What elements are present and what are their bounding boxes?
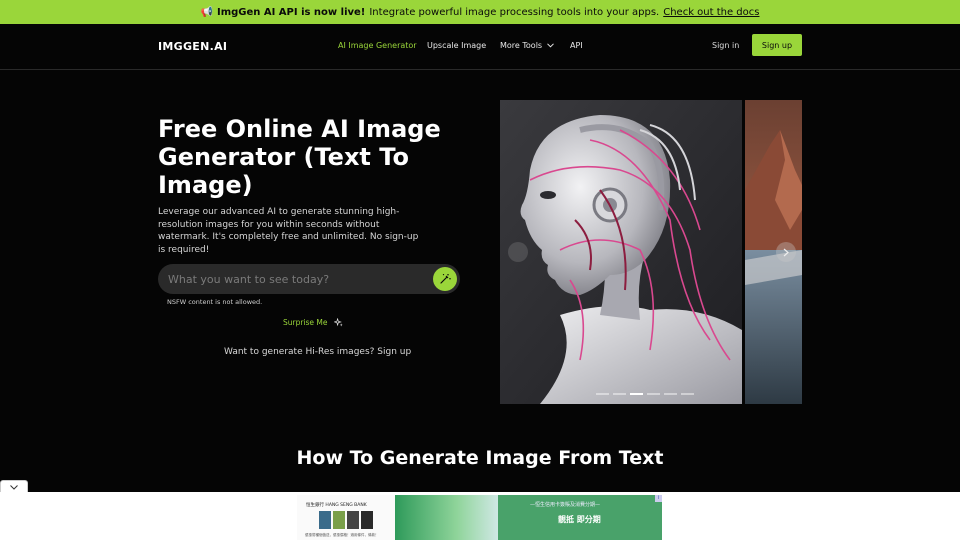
surprise-me-button[interactable]: Surprise Me: [283, 318, 343, 327]
ad-photo: [395, 495, 498, 540]
nav-api[interactable]: API: [570, 41, 583, 50]
prompt-input[interactable]: [168, 271, 418, 287]
top-nav: IMGGEN.AI AI Image Generator Upscale Ima…: [0, 24, 960, 70]
carousel-prev-button[interactable]: [508, 242, 528, 262]
chevron-down-icon: [10, 484, 18, 490]
signup-button[interactable]: Sign up: [752, 34, 802, 56]
carousel-dot-active[interactable]: [630, 393, 643, 395]
banner-text: Integrate powerful image processing tool…: [369, 6, 660, 18]
carousel-image-robot: [500, 100, 742, 404]
prompt-box: [158, 264, 460, 294]
generate-button[interactable]: [433, 267, 457, 291]
section-title: How To Generate Image From Text: [296, 447, 664, 469]
announcement-banner: 📢 ImgGen AI API is now live! Integrate p…: [0, 0, 960, 24]
carousel-dot[interactable]: [596, 393, 609, 395]
page-title: Free Online AI Image Generator (Text To …: [158, 115, 441, 199]
carousel-dot[interactable]: [613, 393, 626, 395]
banner-headline: ImgGen AI API is now live!: [216, 6, 366, 18]
nsfw-note: NSFW content is not allowed.: [167, 298, 263, 306]
magic-wand-icon: [440, 274, 451, 284]
nav-more-tools-label: More Tools: [500, 41, 543, 50]
ad-bank-line: 優惠幣種個值送，優惠價格！適用條件，條款！: [305, 533, 379, 537]
chevron-right-icon: [783, 248, 789, 256]
carousel-dot[interactable]: [664, 393, 677, 395]
hires-signup-link[interactable]: Sign up: [377, 347, 411, 357]
nav-upscale-image[interactable]: Upscale Image: [427, 41, 486, 50]
ad-creative[interactable]: 恒生銀行 HANG SENG BANK 優惠幣種個值送，優惠價格！適用條件，條款…: [297, 495, 662, 540]
ad-promo-line: —恒生信用卡簽賬及消費分期—: [530, 502, 601, 508]
sparkles-icon: [333, 318, 343, 327]
surprise-me-label: Surprise Me: [283, 318, 328, 327]
ad-promo-panel: —恒生信用卡簽賬及消費分期— 靚抵 即分期 i: [498, 495, 662, 540]
signin-link[interactable]: Sign in: [712, 41, 739, 50]
carousel-next-button[interactable]: [776, 242, 796, 262]
hires-prompt: Want to generate Hi-Res images? Sign up: [224, 347, 411, 357]
hires-text: Want to generate Hi-Res images?: [224, 347, 375, 357]
ad-promo-title: 靚抵 即分期: [558, 515, 601, 524]
ad-info-icon[interactable]: i: [655, 495, 662, 502]
ad-bank-name: 恒生銀行 HANG SENG BANK: [306, 503, 367, 508]
chevron-down-icon: [547, 42, 554, 50]
carousel-dot[interactable]: [647, 393, 660, 395]
ad-bank-panel: 恒生銀行 HANG SENG BANK 優惠幣種個值送，優惠價格！適用條件，條款…: [297, 495, 395, 540]
nav-ai-image-generator[interactable]: AI Image Generator: [338, 41, 417, 50]
carousel-indicators: [596, 393, 694, 395]
logo[interactable]: IMGGEN.AI: [158, 40, 227, 53]
megaphone-icon: 📢: [200, 6, 213, 18]
carousel-dot[interactable]: [681, 393, 694, 395]
nav-more-tools[interactable]: More Tools: [500, 41, 554, 50]
hero-description: Leverage our advanced AI to generate stu…: [158, 207, 419, 255]
banner-docs-link[interactable]: Check out the docs: [663, 7, 759, 18]
